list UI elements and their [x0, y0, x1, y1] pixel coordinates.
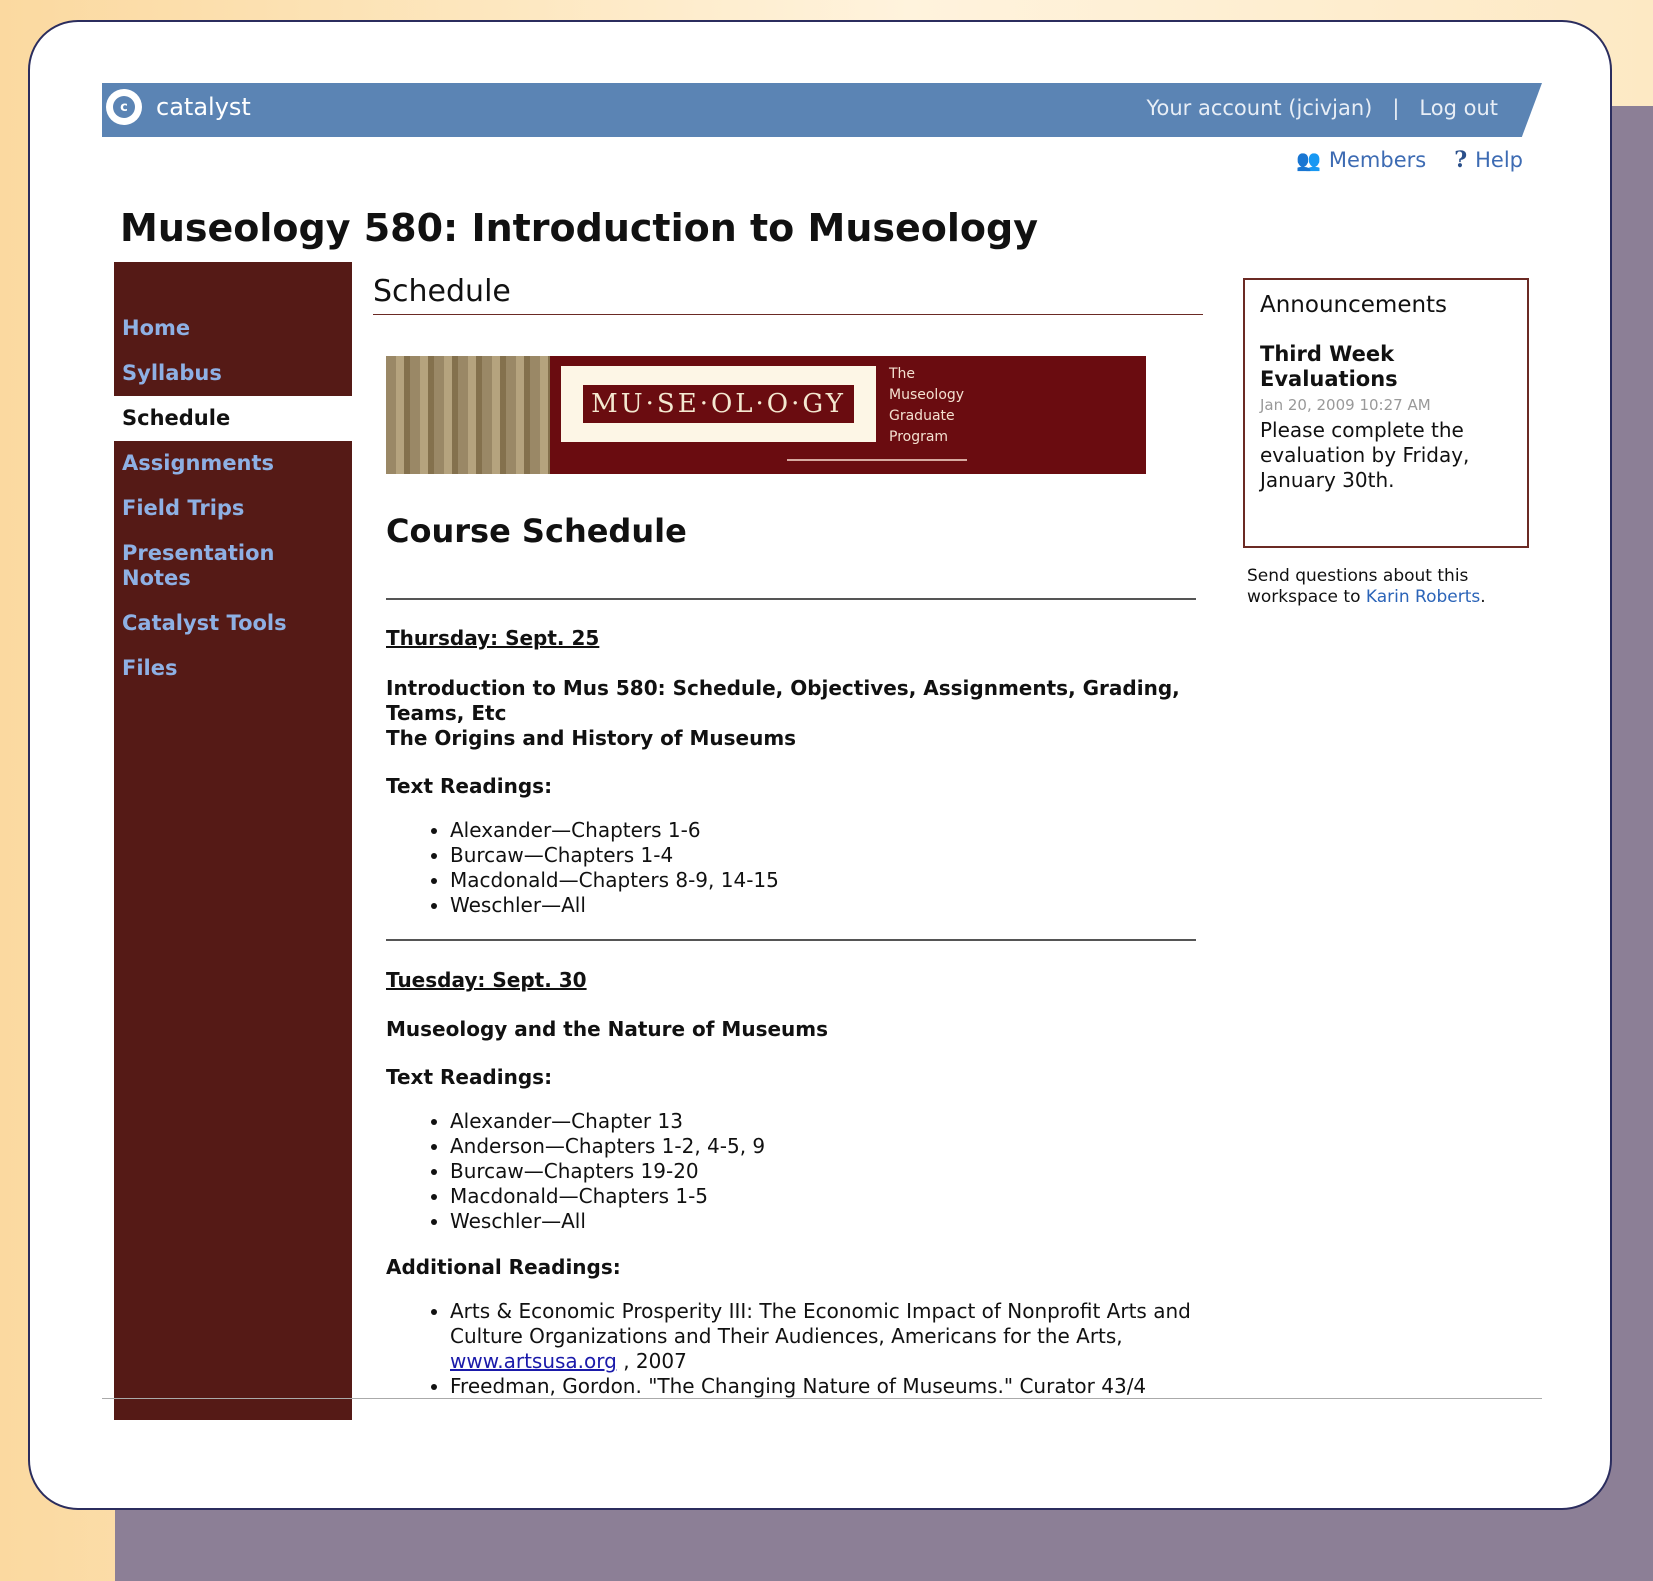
top-bar: c catalyst Your account (jcivjan) | Log … [102, 83, 1542, 137]
sidebar: Home Syllabus Schedule Assignments Field… [114, 262, 352, 1420]
members-label: Members [1328, 148, 1427, 172]
announcement-body: Please complete the evaluation by Friday… [1260, 418, 1470, 492]
list-item: Weschler—All [450, 893, 1198, 918]
announcement-title[interactable]: Third Week Evaluations [1260, 342, 1512, 392]
list-item: Arts & Economic Prosperity III: The Econ… [450, 1299, 1198, 1374]
artsusa-link[interactable]: www.artsusa.org [450, 1349, 617, 1373]
banner-sub-line: Museology [889, 387, 965, 403]
list-item: Alexander—Chapters 1-6 [450, 818, 1198, 843]
text-readings-label: Text Readings: [386, 1065, 553, 1089]
sidebar-item-home[interactable]: Home [114, 316, 352, 341]
list-item: Burcaw—Chapters 19-20 [450, 1159, 1198, 1184]
day-date: Tuesday: Sept. 30 [386, 968, 587, 992]
reading-text: Arts & Economic Prosperity III: The Econ… [450, 1299, 1191, 1348]
announcements-box: Announcements Third Week Evaluations Jan… [1243, 278, 1529, 548]
list-item: Burcaw—Chapters 1-4 [450, 843, 1198, 868]
your-account-link[interactable]: Your account (jcivjan) [1146, 96, 1372, 120]
day-date: Thursday: Sept. 25 [386, 626, 600, 650]
sidebar-item-assignments[interactable]: Assignments [114, 451, 352, 476]
sidebar-item-syllabus[interactable]: Syllabus [114, 361, 352, 386]
sidebar-item-catalyst-tools[interactable]: Catalyst Tools [114, 611, 352, 636]
browser-frame: c catalyst Your account (jcivjan) | Log … [28, 20, 1612, 1510]
text-readings-list: Alexander—Chapter 13 Anderson—Chapters 1… [386, 1109, 1198, 1234]
banner-sub-line: Graduate [889, 408, 955, 424]
account-area: Your account (jcivjan) | Log out [1146, 96, 1498, 120]
day-topic: Museology and the Nature of Museums [386, 1017, 829, 1041]
banner-wordmark: MU·SE·OL·O·GY [583, 385, 854, 423]
sidebar-item-presentation-notes[interactable]: Presentation Notes [114, 541, 280, 591]
banner-sub-line: The [889, 366, 916, 382]
additional-readings-label: Additional Readings: [386, 1255, 621, 1279]
help-icon: ? [1454, 147, 1468, 173]
logout-link[interactable]: Log out [1419, 96, 1498, 120]
catalyst-logo-icon[interactable]: c [106, 89, 142, 125]
sidebar-item-schedule[interactable]: Schedule [114, 396, 352, 441]
banner-divider [787, 459, 967, 461]
list-item: Anderson—Chapters 1-2, 4-5, 9 [450, 1134, 1198, 1159]
list-item: Alexander—Chapter 13 [450, 1109, 1198, 1134]
contact-end: . [1480, 587, 1486, 607]
section-heading: Schedule [373, 274, 1203, 315]
banner-sub-line: Program [889, 429, 949, 445]
course-schedule-heading: Course Schedule [386, 512, 687, 550]
banner-photo [386, 356, 550, 474]
members-link[interactable]: 👥 Members [1296, 147, 1426, 173]
contact-note: Send questions about this workspace to K… [1247, 566, 1537, 608]
list-item: Weschler—All [450, 1209, 1198, 1234]
banner-wordmark-box: MU·SE·OL·O·GY [561, 366, 876, 442]
contact-link[interactable]: Karin Roberts [1366, 587, 1480, 607]
account-separator: | [1392, 96, 1400, 120]
text-readings-label: Text Readings: [386, 774, 553, 798]
schedule-content: Course Schedule Thursday: Sept. 25 Intro… [386, 512, 1198, 1399]
day-topic: The Origins and History of Museums [386, 726, 797, 750]
list-item: Freedman, Gordon. "The Changing Nature o… [450, 1374, 1198, 1399]
sidebar-nav: Home Syllabus Schedule Assignments Field… [114, 316, 352, 681]
banner-subtitle: The Museology Graduate Program [889, 364, 1009, 448]
list-item: Macdonald—Chapters 8-9, 14-15 [450, 868, 1198, 893]
logo-text[interactable]: catalyst [156, 93, 251, 121]
announcements-title: Announcements [1260, 292, 1448, 318]
utility-links: 👥 Members ? Help [1296, 147, 1523, 173]
list-item: Macdonald—Chapters 1-5 [450, 1184, 1198, 1209]
bottom-rule [102, 1398, 1542, 1399]
museology-banner: MU·SE·OL·O·GY The Museology Graduate Pro… [386, 356, 1146, 474]
page-title: Museology 580: Introduction to Museology [120, 206, 1038, 250]
text-readings-list: Alexander—Chapters 1-6 Burcaw—Chapters 1… [386, 818, 1198, 918]
day-topic: Introduction to Mus 580: Schedule, Objec… [386, 676, 1180, 725]
help-label: Help [1475, 148, 1523, 172]
sidebar-item-field-trips[interactable]: Field Trips [114, 496, 352, 521]
additional-readings-list: Arts & Economic Prosperity III: The Econ… [386, 1299, 1198, 1399]
sidebar-item-files[interactable]: Files [114, 656, 352, 681]
members-icon: 👥 [1295, 148, 1321, 172]
announcement-date: Jan 20, 2009 10:27 AM [1260, 396, 1431, 414]
reading-year: , 2007 [623, 1349, 687, 1373]
help-link[interactable]: ? Help [1454, 147, 1523, 173]
